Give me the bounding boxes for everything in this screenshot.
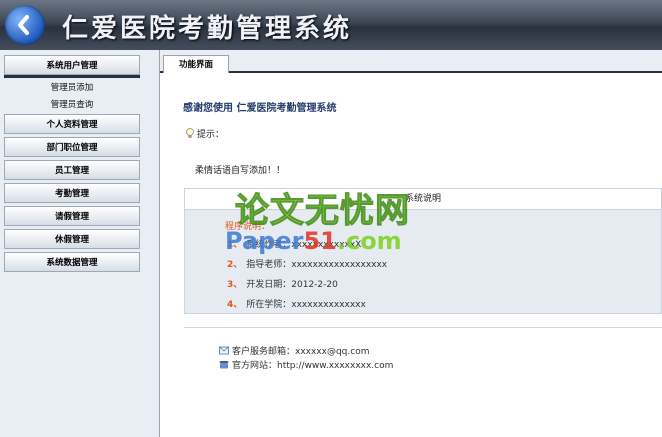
sidebar-section-system-data[interactable]: 系统数据管理 xyxy=(4,252,140,272)
sidebar-section-leave[interactable]: 请假管理 xyxy=(4,206,140,226)
info-row-dev-date: 3、 开发日期：2012-2-20 xyxy=(227,280,338,290)
info-row-advisor: 2、 指导老师：xxxxxxxxxxxxxxxxxx xyxy=(227,260,388,270)
sidebar-section-vacation[interactable]: 休假管理 xyxy=(4,229,140,249)
contact-email: 客户服务邮箱：xxxxxx@qq.com xyxy=(219,344,369,357)
tip-line: 提示： xyxy=(185,127,224,140)
system-info-box: 系统说明 程序说明： 1、 系统作者：xxxxxxxxxxxxX 2、 指导老师：x… xyxy=(184,188,662,314)
custom-message: 柔情话语自写添加！！ xyxy=(195,166,286,176)
sidebar: 系统用户管理 管理员添加 管理员查询 个人资料管理 部门职位管理 员工管理 考勤… xyxy=(0,50,160,437)
tab-bar: 功能界面 xyxy=(160,50,662,73)
app-header: 仁爱医院考勤管理系统 xyxy=(0,0,662,50)
contact-website: 官方网站：http://www.xxxxxxxx.com xyxy=(219,358,393,371)
info-row-author: 1、 系统作者：xxxxxxxxxxxxX xyxy=(227,240,362,250)
sidebar-section-attendance[interactable]: 考勤管理 xyxy=(4,183,140,203)
phone-icon xyxy=(219,360,229,369)
tip-label: 提示： xyxy=(197,130,225,140)
program-info-title: 程序说明： xyxy=(225,222,271,232)
lightbulb-icon xyxy=(185,128,195,139)
system-info-header: 系统说明 xyxy=(185,189,661,210)
mail-icon xyxy=(219,346,229,355)
info-row-college: 4、 所在学院：xxxxxxxxxxxxxx xyxy=(227,300,366,310)
sidebar-section-system-users[interactable]: 系统用户管理 xyxy=(4,55,140,75)
content-divider xyxy=(184,327,662,328)
sidebar-section-department[interactable]: 部门职位管理 xyxy=(4,137,140,157)
welcome-text: 感谢您使用 仁爱医院考勤管理系统 xyxy=(183,103,337,114)
app-logo-icon xyxy=(5,5,45,45)
app-title: 仁爱医院考勤管理系统 xyxy=(62,14,353,44)
main-content: 感谢您使用 仁爱医院考勤管理系统 提示： 柔情话语自写添加！！ 系统说明 程序说… xyxy=(167,74,662,437)
sidebar-submenu: 管理员添加 管理员查询 xyxy=(4,78,140,114)
sidebar-item-query-admin[interactable]: 管理员查询 xyxy=(4,97,140,114)
sidebar-item-add-admin[interactable]: 管理员添加 xyxy=(4,80,140,97)
sidebar-section-profile[interactable]: 个人资料管理 xyxy=(4,114,140,134)
sidebar-section-staff[interactable]: 员工管理 xyxy=(4,160,140,180)
tab-function-page[interactable]: 功能界面 xyxy=(163,55,229,73)
